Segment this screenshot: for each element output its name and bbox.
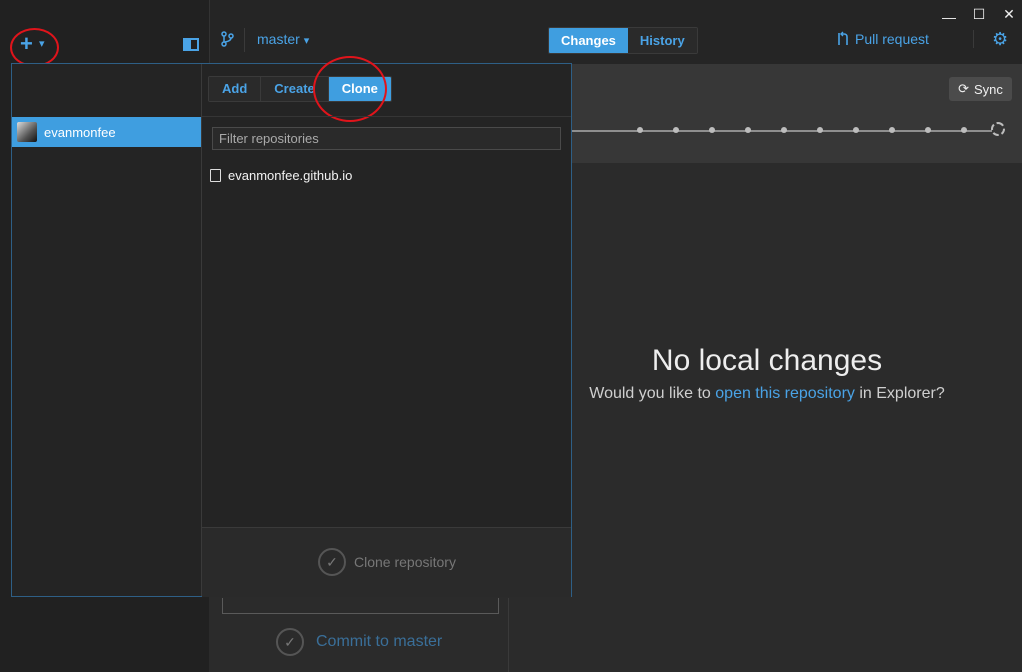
timeline-commit[interactable] [817,127,823,133]
sync-button[interactable]: ⟳ Sync [949,77,1012,101]
view-tabs: Changes History [548,27,698,54]
repository-name: evanmonfee.github.io [228,168,353,183]
clone-repository-label: Clone repository [354,554,456,570]
open-repository-link[interactable]: open this repository [715,385,855,402]
timeline-commit[interactable] [925,127,931,133]
pull-request-label: Pull request [855,31,929,47]
tab-history[interactable]: History [627,28,697,53]
toolbar-divider [973,30,974,48]
timeline-commit[interactable] [961,127,967,133]
filter-repositories-input[interactable]: Filter repositories [212,127,561,150]
account-name: evanmonfee [44,124,116,140]
branch-name: master [257,31,300,47]
chevron-down-icon: ▾ [303,35,310,47]
list-item[interactable]: evanmonfee.github.io [210,168,352,183]
sync-icon: ⟳ [958,81,969,96]
timeline-commit[interactable] [673,127,679,133]
annotation-circle [10,28,59,67]
empty-state-title: No local changes [651,344,883,377]
minimize-button[interactable]: — [938,6,960,28]
timeline-uncommitted-icon[interactable] [991,122,1005,136]
timeline-commit[interactable] [745,127,751,133]
empty-state-suffix: in Explorer? [854,385,945,402]
commit-label: Commit to master [316,633,443,650]
timeline-commit[interactable] [889,127,895,133]
sync-label: Sync [974,81,1003,97]
timeline-commit[interactable] [709,127,715,133]
empty-state-message: Would you like to open this repository i… [560,385,974,403]
repository-icon [210,169,221,182]
avatar [17,122,37,142]
close-button[interactable]: ✕ [998,3,1020,25]
maximize-button[interactable]: ☐ [968,3,990,25]
timeline-commit[interactable] [853,127,859,133]
empty-state-prefix: Would you like to [589,385,716,402]
divider [202,116,571,117]
timeline-commit[interactable] [637,127,643,133]
checkmark-icon: ✓ [318,548,346,576]
sidebar-toggle-icon[interactable] [183,38,199,51]
toolbar-divider [244,28,245,52]
tab-changes[interactable]: Changes [549,28,628,53]
tab-add[interactable]: Add [209,77,262,101]
account-item[interactable]: evanmonfee [12,117,201,147]
timeline-commit[interactable] [781,127,787,133]
branch-selector[interactable]: master ▾ [257,31,309,47]
branch-icon [221,31,234,47]
commit-description-field[interactable] [222,598,499,614]
clone-repository-button[interactable]: ✓ Clone repository [318,548,456,576]
annotation-circle [313,56,387,122]
commit-button[interactable]: ✓ Commit to master [276,628,442,656]
pull-request-button[interactable]: Pull request [836,31,929,47]
checkmark-icon: ✓ [276,628,304,656]
gear-icon[interactable]: ⚙ [992,29,1008,50]
pull-request-icon [838,31,848,45]
